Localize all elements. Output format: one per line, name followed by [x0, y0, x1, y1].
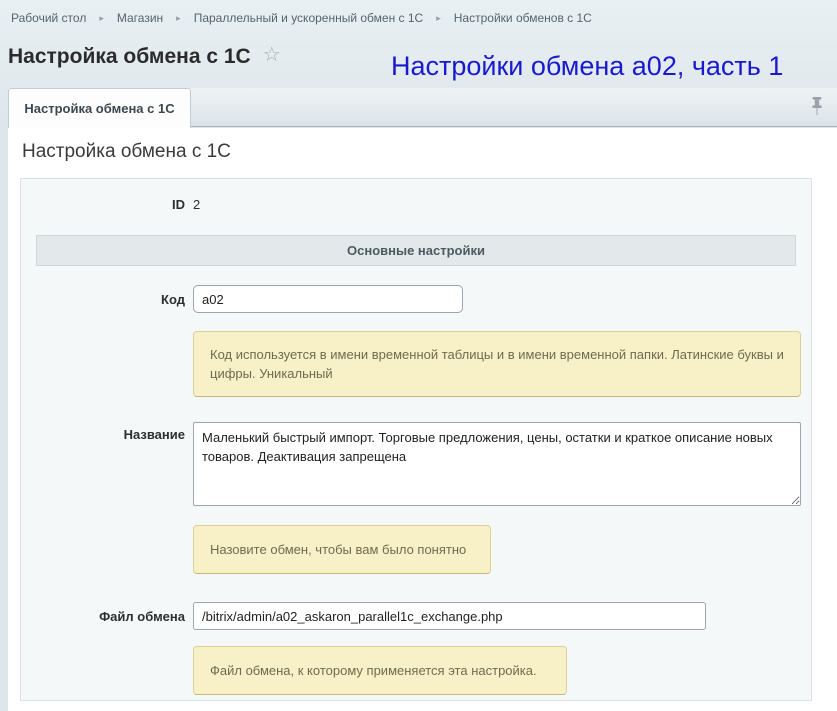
code-label: Код [21, 292, 185, 307]
content-area: Настройка обмена с 1С ID 2 Основные наст… [8, 128, 837, 711]
code-hint: Код используется в имени временной табли… [193, 331, 801, 397]
name-label: Название [21, 422, 185, 442]
code-row: Код [21, 285, 811, 313]
id-row: ID 2 [21, 197, 811, 212]
id-value: 2 [193, 197, 200, 212]
breadcrumb-item-shop[interactable]: Магазин [117, 11, 163, 25]
breadcrumb-item-exchange-settings[interactable]: Настройки обменов с 1С [454, 11, 592, 25]
file-row: Файл обмена [21, 602, 811, 630]
tab-bar: Настройка обмена с 1С [8, 88, 837, 127]
pin-icon[interactable] [810, 96, 824, 118]
page-title: Настройка обмена с 1С [8, 38, 251, 69]
breadcrumb-arrow-icon: ▸ [176, 13, 181, 24]
file-label: Файл обмена [21, 609, 185, 624]
breadcrumb-arrow-icon: ▸ [436, 13, 441, 24]
breadcrumb-item-desktop[interactable]: Рабочий стол [11, 11, 86, 25]
id-label: ID [21, 197, 185, 212]
code-input[interactable] [193, 285, 463, 313]
name-textarea[interactable]: Маленький быстрый импорт. Торговые предл… [193, 422, 801, 506]
annotation-text: Настройки обмена a02, часть 1 [391, 51, 783, 82]
section-header-label: Основные настройки [347, 243, 485, 258]
form-heading: Настройка обмена с 1С [22, 141, 837, 163]
favorite-star-icon[interactable]: ☆ [263, 42, 281, 67]
file-hint: Файл обмена, к которому применяется эта … [193, 646, 567, 695]
settings-form: ID 2 Основные настройки Код Код использу… [20, 178, 812, 701]
tab-label: Настройка обмена с 1С [24, 101, 174, 116]
file-input[interactable] [193, 602, 706, 630]
section-header-main-settings: Основные настройки [36, 235, 796, 266]
breadcrumb: Рабочий стол ▸ Магазин ▸ Параллельный и … [0, 0, 837, 36]
breadcrumb-arrow-icon: ▸ [99, 13, 104, 24]
name-row: Название Маленький быстрый импорт. Торго… [21, 422, 811, 509]
tab-exchange-settings[interactable]: Настройка обмена с 1С [8, 88, 191, 128]
breadcrumb-item-parallel-exchange[interactable]: Параллельный и ускоренный обмен с 1С [194, 11, 424, 25]
name-hint: Назовите обмен, чтобы вам было понятно [193, 525, 491, 574]
page-header: Настройка обмена с 1С ☆ Настройки обмена … [8, 38, 829, 88]
